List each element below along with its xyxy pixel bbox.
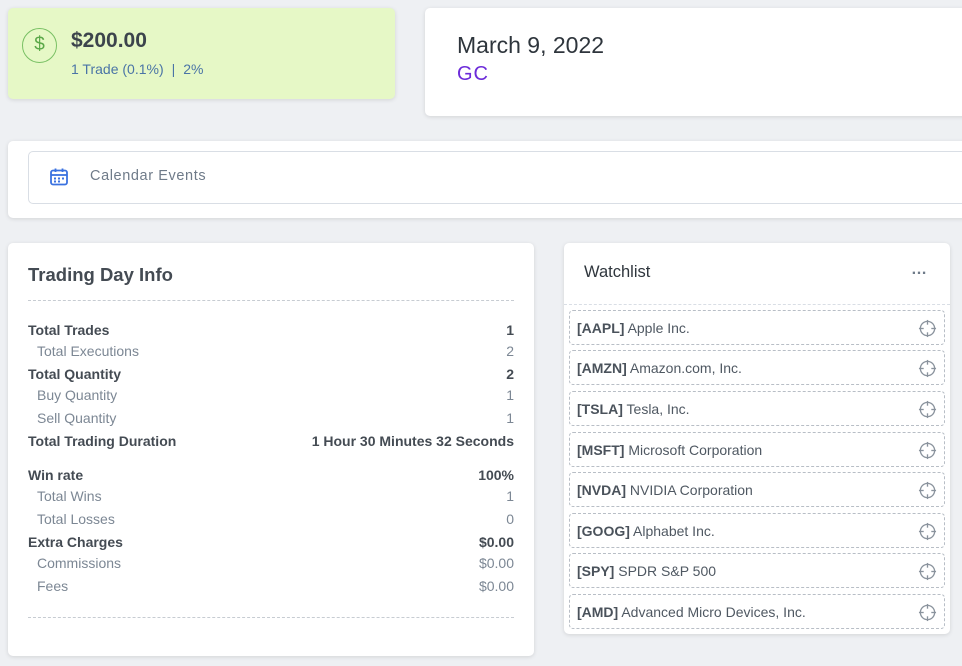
watchlist-item-text: [AAPL] Apple Inc. <box>577 320 690 336</box>
stat-row-total-trades: Total Trades 1 <box>28 322 514 338</box>
crosshair-icon[interactable] <box>918 400 937 419</box>
watchlist-item-tsla[interactable]: [TSLA] Tesla, Inc. <box>569 391 945 426</box>
stat-row-commissions: Commissions $0.00 <box>28 555 514 571</box>
divider <box>28 300 514 301</box>
date-card: March 9, 2022 GC <box>425 8 962 116</box>
stat-label: Total Trading Duration <box>28 433 177 449</box>
stat-value: 2 <box>506 366 514 382</box>
stat-label: Buy Quantity <box>37 387 118 403</box>
stat-label: Total Trades <box>28 322 110 338</box>
stat-value: 1 <box>506 387 514 403</box>
stat-row-extra-charges: Extra Charges $0.00 <box>28 534 514 550</box>
stat-label: Total Losses <box>37 511 115 527</box>
symbol-link[interactable]: GC <box>457 63 489 86</box>
company-name: Amazon.com, Inc. <box>629 360 742 376</box>
stat-value: $0.00 <box>478 578 514 594</box>
stat-row-sell-quantity: Sell Quantity 1 <box>28 410 514 426</box>
calendar-events-bar[interactable]: Calendar Events <box>28 151 962 204</box>
company-name: Alphabet Inc. <box>633 523 715 539</box>
stat-row-total-quantity: Total Quantity 2 <box>28 366 514 382</box>
ticker: [AAPL] <box>577 320 625 336</box>
pnl-amount: $200.00 <box>71 29 147 52</box>
ticker: [SPY] <box>577 563 615 579</box>
watchlist-item-nvda[interactable]: [NVDA] NVIDIA Corporation <box>569 472 945 507</box>
crosshair-icon[interactable] <box>918 441 937 460</box>
watchlist-item-text: [NVDA] NVIDIA Corporation <box>577 482 753 498</box>
stat-label: Total Wins <box>37 488 102 504</box>
stat-value: 1 <box>506 488 514 504</box>
stat-value: $0.00 <box>478 534 514 550</box>
stat-row-win-rate: Win rate 100% <box>28 467 514 483</box>
calendar-events-card: Calendar Events <box>8 141 962 218</box>
watchlist-card: Watchlist … [AAPL] Apple Inc. [AMZN] Ama… <box>564 243 950 634</box>
stat-row-fees: Fees $0.00 <box>28 578 514 594</box>
trade-count: 1 Trade (0.1%) <box>71 61 164 77</box>
stat-value: 1 <box>506 410 514 426</box>
watchlist-item-amd[interactable]: [AMD] Advanced Micro Devices, Inc. <box>569 594 945 629</box>
company-name: Tesla, Inc. <box>626 401 690 417</box>
trading-date: March 9, 2022 <box>457 32 605 58</box>
stat-label: Total Executions <box>37 343 139 359</box>
divider <box>564 304 950 305</box>
company-name: Advanced Micro Devices, Inc. <box>621 604 806 620</box>
stat-label: Commissions <box>37 555 122 571</box>
stat-row-total-executions: Total Executions 2 <box>28 343 514 359</box>
watchlist-item-text: [TSLA] Tesla, Inc. <box>577 401 690 417</box>
watchlist-item-text: [AMD] Advanced Micro Devices, Inc. <box>577 604 806 620</box>
ticker: [NVDA] <box>577 482 626 498</box>
trading-day-info-card: Trading Day Info Total Trades 1 Total Ex… <box>8 243 534 656</box>
pnl-percent: 2% <box>183 61 204 77</box>
stat-value: 1 Hour 30 Minutes 32 Seconds <box>311 433 514 449</box>
watchlist-item-aapl[interactable]: [AAPL] Apple Inc. <box>569 310 945 345</box>
crosshair-icon[interactable] <box>918 319 937 338</box>
watchlist-item-goog[interactable]: [GOOG] Alphabet Inc. <box>569 513 945 548</box>
ticker: [MSFT] <box>577 442 625 458</box>
stat-row-trading-duration: Total Trading Duration 1 Hour 30 Minutes… <box>28 433 514 449</box>
company-name: Apple Inc. <box>627 320 690 336</box>
more-options-icon[interactable]: … <box>911 261 928 279</box>
ticker: [GOOG] <box>577 523 630 539</box>
stat-value: 0 <box>506 511 514 527</box>
ticker: [TSLA] <box>577 401 623 417</box>
stat-label: Total Quantity <box>28 366 122 382</box>
pnl-summary-card: $ $200.00 1 Trade (0.1%) | 2% <box>8 8 395 99</box>
divider <box>28 617 514 618</box>
watchlist-item-text: [SPY] SPDR S&P 500 <box>577 563 716 579</box>
stat-label: Sell Quantity <box>37 410 117 426</box>
company-name: NVIDIA Corporation <box>629 482 753 498</box>
separator: | <box>171 61 176 77</box>
crosshair-icon[interactable] <box>918 603 937 622</box>
watchlist-title: Watchlist <box>584 263 651 281</box>
stat-value: 100% <box>478 467 514 483</box>
stat-row-total-wins: Total Wins 1 <box>28 488 514 504</box>
company-name: Microsoft Corporation <box>628 442 763 458</box>
crosshair-icon[interactable] <box>918 359 937 378</box>
pnl-details: 1 Trade (0.1%) | 2% <box>71 61 203 77</box>
ticker: [AMZN] <box>577 360 627 376</box>
crosshair-icon[interactable] <box>918 562 937 581</box>
stat-label: Extra Charges <box>28 534 123 550</box>
calendar-icon <box>50 168 68 186</box>
watchlist-item-text: [AMZN] Amazon.com, Inc. <box>577 360 742 376</box>
stat-value: 1 <box>506 322 514 338</box>
watchlist-item-amzn[interactable]: [AMZN] Amazon.com, Inc. <box>569 350 945 385</box>
watchlist-item-msft[interactable]: [MSFT] Microsoft Corporation <box>569 432 945 467</box>
dollar-icon: $ <box>22 28 57 63</box>
stat-label: Fees <box>37 578 69 594</box>
stat-label: Win rate <box>28 467 84 483</box>
stat-value: 2 <box>506 343 514 359</box>
watchlist-item-text: [GOOG] Alphabet Inc. <box>577 523 715 539</box>
calendar-events-label: Calendar Events <box>90 168 207 184</box>
company-name: SPDR S&P 500 <box>618 563 717 579</box>
trading-day-info-title: Trading Day Info <box>28 264 173 285</box>
stat-row-total-losses: Total Losses 0 <box>28 511 514 527</box>
crosshair-icon[interactable] <box>918 481 937 500</box>
ticker: [AMD] <box>577 604 619 620</box>
crosshair-icon[interactable] <box>918 522 937 541</box>
watchlist-item-text: [MSFT] Microsoft Corporation <box>577 442 762 458</box>
stat-value: $0.00 <box>478 555 514 571</box>
watchlist-item-spy[interactable]: [SPY] SPDR S&P 500 <box>569 553 945 588</box>
stat-row-buy-quantity: Buy Quantity 1 <box>28 387 514 403</box>
